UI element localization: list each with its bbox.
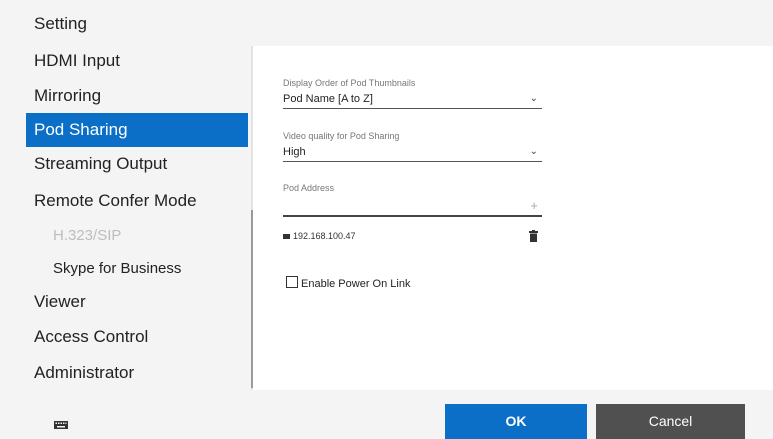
display-order-select[interactable]: Pod Name [A to Z] ⌄ [283, 90, 542, 109]
sidebar-item-viewer[interactable]: Viewer [26, 285, 248, 319]
sidebar: HDMI Input Mirroring Pod Sharing Streami… [0, 46, 251, 390]
pod-device-icon [283, 234, 290, 239]
video-quality-select[interactable]: High ⌄ [283, 143, 542, 162]
ok-button[interactable]: OK [445, 404, 587, 439]
add-icon[interactable]: + [530, 198, 538, 213]
video-quality-label: Video quality for Pod Sharing [283, 131, 400, 141]
cancel-button[interactable]: Cancel [596, 404, 745, 439]
sidebar-item-skype-for-business[interactable]: Skype for Business [45, 252, 248, 286]
sidebar-item-pod-sharing[interactable]: Pod Sharing [26, 113, 248, 147]
display-order-label: Display Order of Pod Thumbnails [283, 78, 416, 88]
sidebar-item-access-control[interactable]: Access Control [26, 320, 248, 354]
sidebar-item-administrator[interactable]: Administrator [26, 356, 248, 390]
window-title: Setting [34, 14, 87, 33]
video-quality-value: High [283, 146, 306, 158]
sidebar-item-mirroring[interactable]: Mirroring [26, 79, 248, 113]
sidebar-item-remote-confer-mode[interactable]: Remote Confer Mode [26, 184, 248, 218]
pod-address-input[interactable]: + [283, 198, 542, 217]
title-bar: Setting [0, 0, 773, 46]
checkbox-box[interactable] [286, 276, 298, 288]
sidebar-item-hdmi-input[interactable]: HDMI Input [26, 46, 248, 78]
display-order-value: Pod Name [A to Z] [283, 93, 373, 105]
settings-panel: Display Order of Pod Thumbnails Pod Name… [253, 46, 773, 390]
enable-power-on-link-label: Enable Power On Link [301, 278, 411, 290]
chevron-down-icon: ⌄ [529, 93, 538, 104]
keyboard-icon[interactable] [54, 421, 68, 429]
pod-address-value: 192.168.100.47 [293, 231, 356, 241]
trash-icon[interactable] [529, 230, 538, 242]
enable-power-on-link-checkbox[interactable]: Enable Power On Link [286, 276, 410, 290]
sidebar-item-streaming-output[interactable]: Streaming Output [26, 147, 248, 181]
chevron-down-icon: ⌄ [529, 146, 538, 157]
pod-address-label: Pod Address [283, 183, 335, 193]
pod-address-entry: 192.168.100.47 [283, 229, 542, 247]
sidebar-item-h323-sip: H.323/SIP [53, 227, 122, 244]
